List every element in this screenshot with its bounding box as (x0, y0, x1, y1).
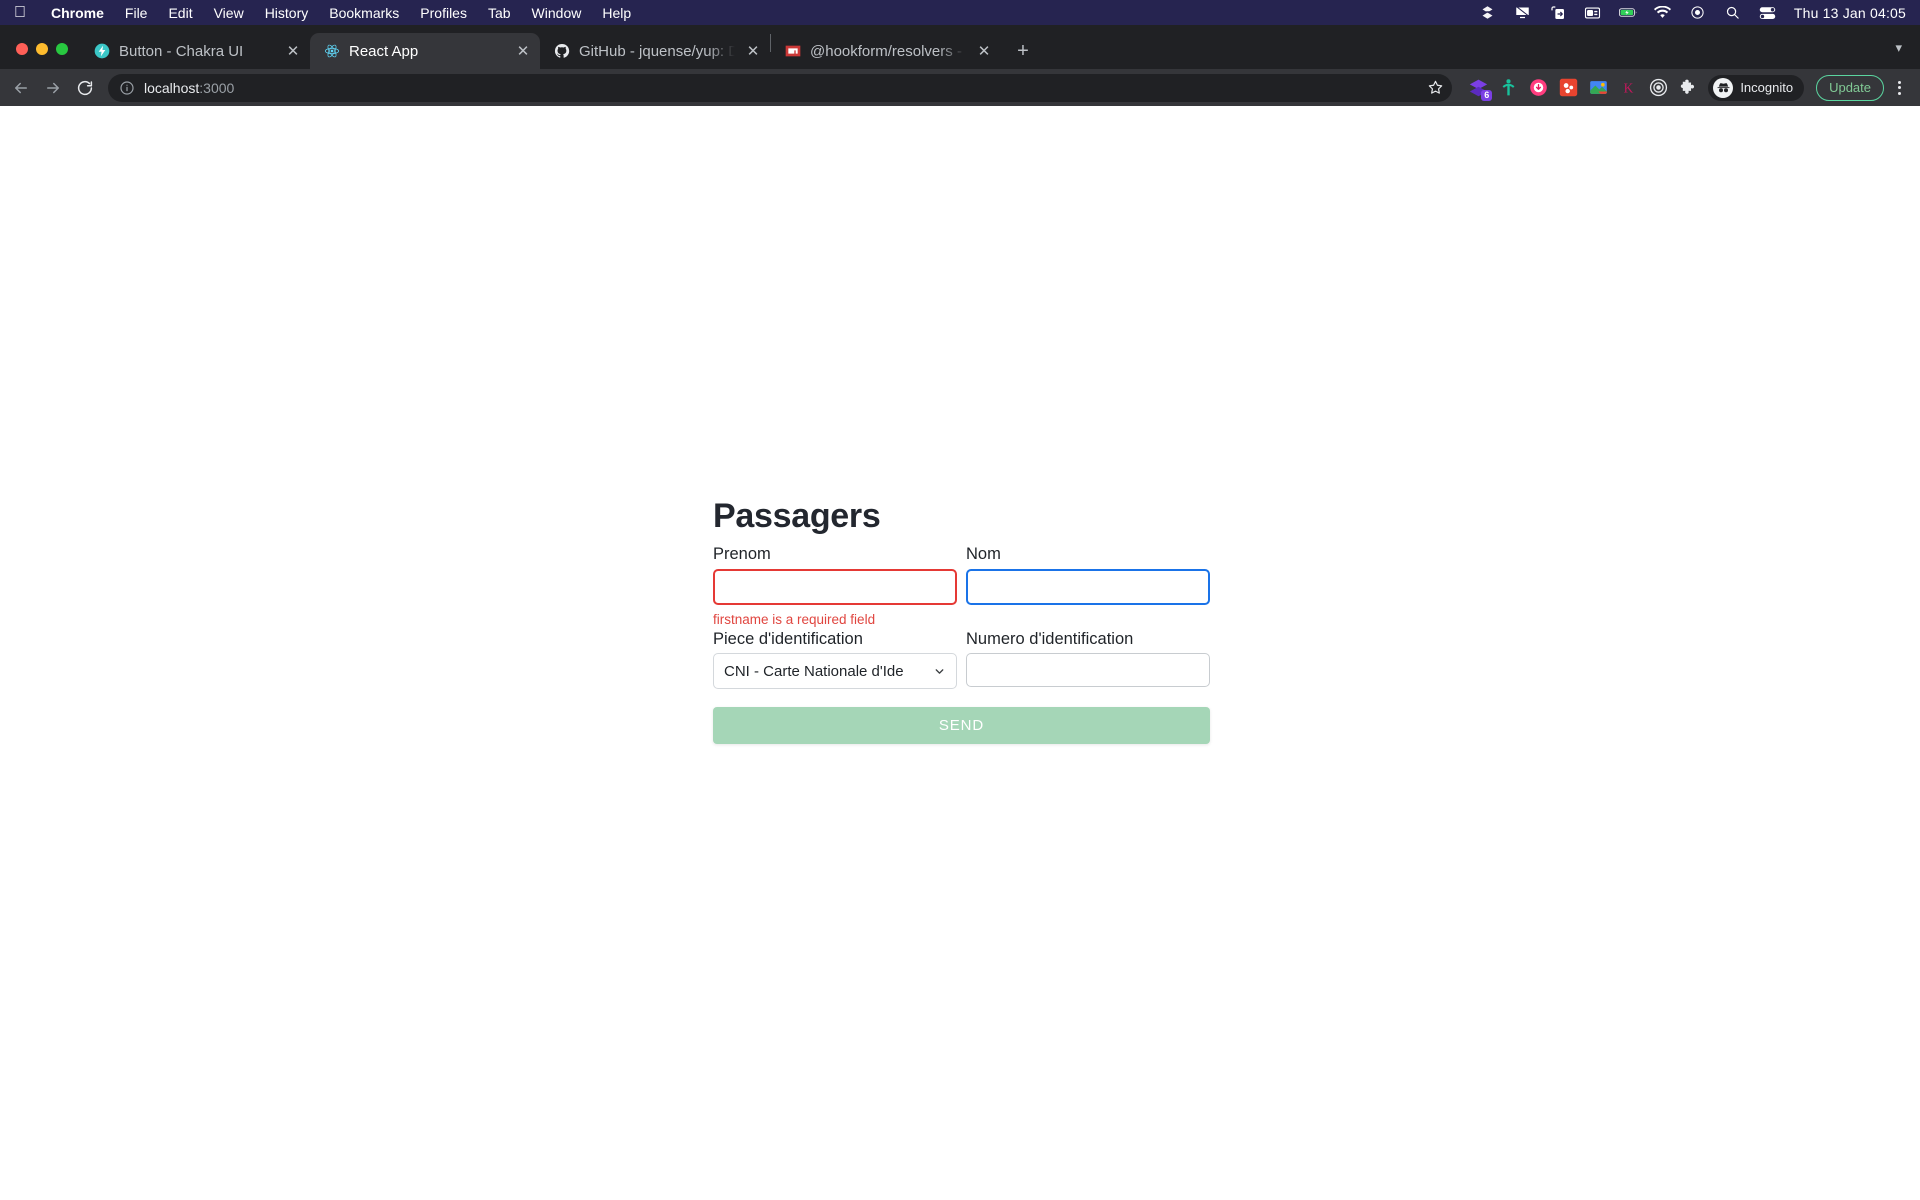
wifi-icon[interactable] (1654, 5, 1672, 21)
pink-circle-extension-icon[interactable] (1528, 78, 1548, 98)
maximize-window-button[interactable] (56, 43, 68, 55)
menu-bar-status-icons: Thu 13 Jan 04:05 (1479, 5, 1906, 21)
tab-close-button[interactable]: ✕ (514, 42, 532, 60)
window-traffic-lights (10, 43, 80, 69)
tab-chakra-ui[interactable]: Button - Chakra UI ✕ (80, 33, 310, 69)
npm-icon (785, 43, 801, 59)
field-group-numero: Numero d'identification (966, 629, 1210, 690)
menu-item-tab[interactable]: Tab (488, 5, 511, 21)
tab-title: React App (349, 42, 419, 60)
url-text[interactable]: localhost:3000 (144, 80, 1424, 96)
menu-item-chrome[interactable]: Chrome (51, 5, 104, 21)
star-icon[interactable] (1424, 77, 1446, 99)
tab-search-chevron-icon[interactable]: ▾ (1895, 40, 1920, 69)
incognito-avatar-icon (1713, 77, 1734, 98)
chevron-down-icon (933, 665, 946, 678)
form-row-identification: Piece d'identification CNI - Carte Natio… (713, 629, 1210, 690)
react-icon (324, 43, 340, 59)
image-extension-icon[interactable] (1588, 78, 1608, 98)
passengers-form: Passagers Prenom firstname is a required… (713, 497, 1210, 745)
form-row-names: Prenom firstname is a required field Nom (713, 544, 1210, 628)
numero-label: Numero d'identification (966, 629, 1134, 648)
nom-label: Nom (966, 545, 1001, 564)
menu-bar-clock[interactable]: Thu 13 Jan 04:05 (1794, 5, 1906, 21)
three-dot-menu-icon[interactable] (1888, 75, 1910, 101)
numero-input[interactable] (966, 653, 1210, 688)
menu-item-profiles[interactable]: Profiles (420, 5, 467, 21)
field-group-prenom: Prenom firstname is a required field (713, 544, 957, 628)
back-button[interactable] (6, 73, 36, 103)
browser-toolbar: localhost:3000 6 K Incognito Update (0, 69, 1920, 106)
tab-github-yup[interactable]: GitHub - jquense/yup: Dead sin ✕ (540, 33, 770, 69)
piece-selected-value: CNI - Carte Nationale d'Ide (724, 662, 904, 680)
tab-strip: Button - Chakra UI ✕ React App ✕ GitHub … (0, 25, 1920, 69)
minimize-window-button[interactable] (36, 43, 48, 55)
piece-select[interactable]: CNI - Carte Nationale d'Ide (713, 653, 957, 690)
tab-title: @hookform/resolvers - npm (810, 42, 966, 60)
display-mirror-icon[interactable] (1514, 5, 1532, 21)
screen-share-icon[interactable] (1549, 5, 1567, 21)
menu-item-file[interactable]: File (125, 5, 148, 21)
piece-select-wrapper: CNI - Carte Nationale d'Ide (713, 653, 957, 690)
address-bar[interactable]: localhost:3000 (108, 73, 1453, 102)
nom-error-spacer (966, 605, 1210, 625)
puzzle-extensions-icon[interactable] (1678, 78, 1698, 98)
tab-hookform-resolvers-npm[interactable]: @hookform/resolvers - npm ✕ (771, 33, 1001, 69)
update-button[interactable]: Update (1816, 74, 1884, 101)
profile-chip-incognito[interactable]: Incognito (1708, 74, 1805, 101)
layers-extension-icon[interactable]: 6 (1468, 78, 1493, 101)
profile-label: Incognito (1740, 80, 1794, 95)
k-letter-extension-icon[interactable]: K (1618, 78, 1638, 98)
menu-item-help[interactable]: Help (602, 5, 631, 21)
url-port: :3000 (199, 79, 235, 96)
tab-react-app[interactable]: React App ✕ (310, 33, 540, 69)
menu-item-view[interactable]: View (214, 5, 244, 21)
chakra-ui-icon (94, 43, 110, 59)
prenom-error-message: firstname is a required field (713, 612, 876, 628)
menu-item-window[interactable]: Window (532, 5, 582, 21)
forward-button[interactable] (38, 73, 68, 103)
apple-logo-icon[interactable]:  (14, 4, 26, 21)
tab-title: Button - Chakra UI (119, 42, 244, 60)
field-group-piece: Piece d'identification CNI - Carte Natio… (713, 629, 957, 690)
svg-text:K: K (1623, 80, 1633, 95)
widgets-icon[interactable] (1584, 5, 1602, 21)
tab-close-button[interactable]: ✕ (284, 42, 302, 60)
send-button[interactable]: SEND (713, 707, 1210, 745)
github-icon (554, 43, 570, 59)
dropbox-icon[interactable] (1479, 5, 1497, 21)
extensions-row: 6 K (1460, 78, 1698, 101)
tab-title: GitHub - jquense/yup: Dead sin (579, 42, 735, 60)
prenom-label: Prenom (713, 545, 771, 564)
macos-menu-bar:  Chrome File Edit View History Bookmark… (0, 0, 1920, 25)
reload-icon[interactable] (70, 73, 100, 103)
menu-item-history[interactable]: History (265, 5, 309, 21)
tab-close-button[interactable]: ✕ (744, 42, 762, 60)
page-viewport: Passagers Prenom firstname is a required… (0, 106, 1920, 1200)
info-circle-icon[interactable] (119, 80, 135, 96)
nom-input[interactable] (966, 569, 1210, 606)
toggles-icon[interactable] (1759, 5, 1777, 21)
close-window-button[interactable] (16, 43, 28, 55)
red-square-extension-icon[interactable] (1558, 78, 1578, 98)
extension-badge-count: 6 (1481, 89, 1493, 101)
menu-bar-items:  Chrome File Edit View History Bookmark… (14, 4, 631, 21)
tab-close-button[interactable]: ✕ (975, 42, 993, 60)
control-center-icon[interactable] (1689, 5, 1707, 21)
green-figure-extension-icon[interactable] (1498, 78, 1518, 98)
spotlight-search-icon[interactable] (1724, 5, 1742, 21)
prenom-input[interactable] (713, 569, 957, 606)
target-extension-icon[interactable] (1648, 78, 1668, 98)
url-host: localhost (144, 79, 200, 96)
menu-item-edit[interactable]: Edit (168, 5, 192, 21)
page-title: Passagers (713, 497, 881, 535)
field-group-nom: Nom (966, 544, 1210, 628)
new-tab-button[interactable]: + (1009, 37, 1037, 65)
chrome-browser-window: Button - Chakra UI ✕ React App ✕ GitHub … (0, 25, 1920, 106)
piece-label: Piece d'identification (713, 629, 863, 648)
menu-item-bookmarks[interactable]: Bookmarks (329, 5, 399, 21)
battery-icon[interactable] (1618, 5, 1637, 21)
